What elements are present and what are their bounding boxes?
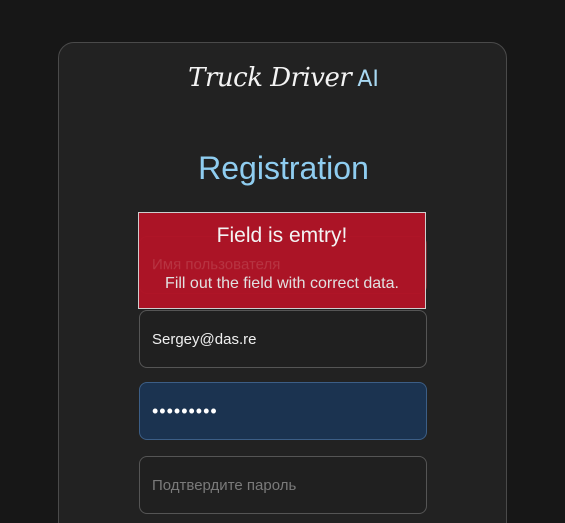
brand-logo: Truck Driver AI [59,63,508,93]
error-detail: Fill out the field with correct data. [165,275,399,292]
brand-suffix: AI [357,67,379,92]
brand-name: Truck Driver [188,63,352,93]
email-input[interactable] [139,310,427,368]
error-popup: Имя пользователя Field is emtry! Fill ou… [138,212,426,309]
page-title: Registration [198,150,369,186]
password-input[interactable] [139,382,427,440]
username-placeholder-overlay: Имя пользователя [152,256,281,273]
error-title: Field is emtry! [216,224,348,247]
registration-page: Truck Driver AI Registration Имя пользова… [0,0,565,523]
confirm-password-input[interactable] [139,456,427,514]
